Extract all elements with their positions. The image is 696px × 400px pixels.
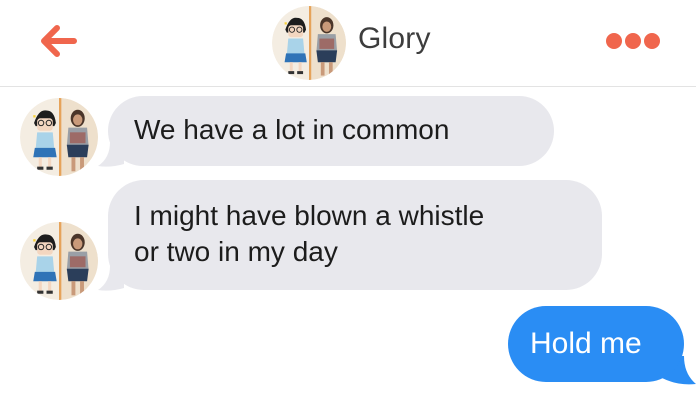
- sender-avatar[interactable]: [20, 98, 98, 176]
- avatar-photo: [272, 6, 346, 80]
- contact-name[interactable]: Glory: [358, 22, 431, 56]
- avatar-photo: [20, 98, 98, 176]
- outgoing-message: Hold me: [508, 306, 684, 382]
- more-dots-icon: [606, 33, 660, 49]
- incoming-message: We have a lot in common: [108, 96, 554, 166]
- avatar-photo: [20, 222, 98, 300]
- contact-avatar[interactable]: [272, 6, 346, 80]
- arrow-left-icon: [41, 25, 77, 57]
- message-text-line: or two in my day: [134, 236, 338, 267]
- incoming-message: I might have blown a whistle or two in m…: [108, 180, 602, 290]
- chat-header: Glory: [0, 0, 696, 87]
- message-text-line: I might have blown a whistle: [134, 200, 485, 231]
- message-text: We have a lot in common: [134, 114, 450, 145]
- more-button[interactable]: [598, 26, 668, 56]
- message-text: Hold me: [530, 327, 642, 360]
- back-button[interactable]: [30, 16, 100, 66]
- sender-avatar[interactable]: [20, 222, 98, 300]
